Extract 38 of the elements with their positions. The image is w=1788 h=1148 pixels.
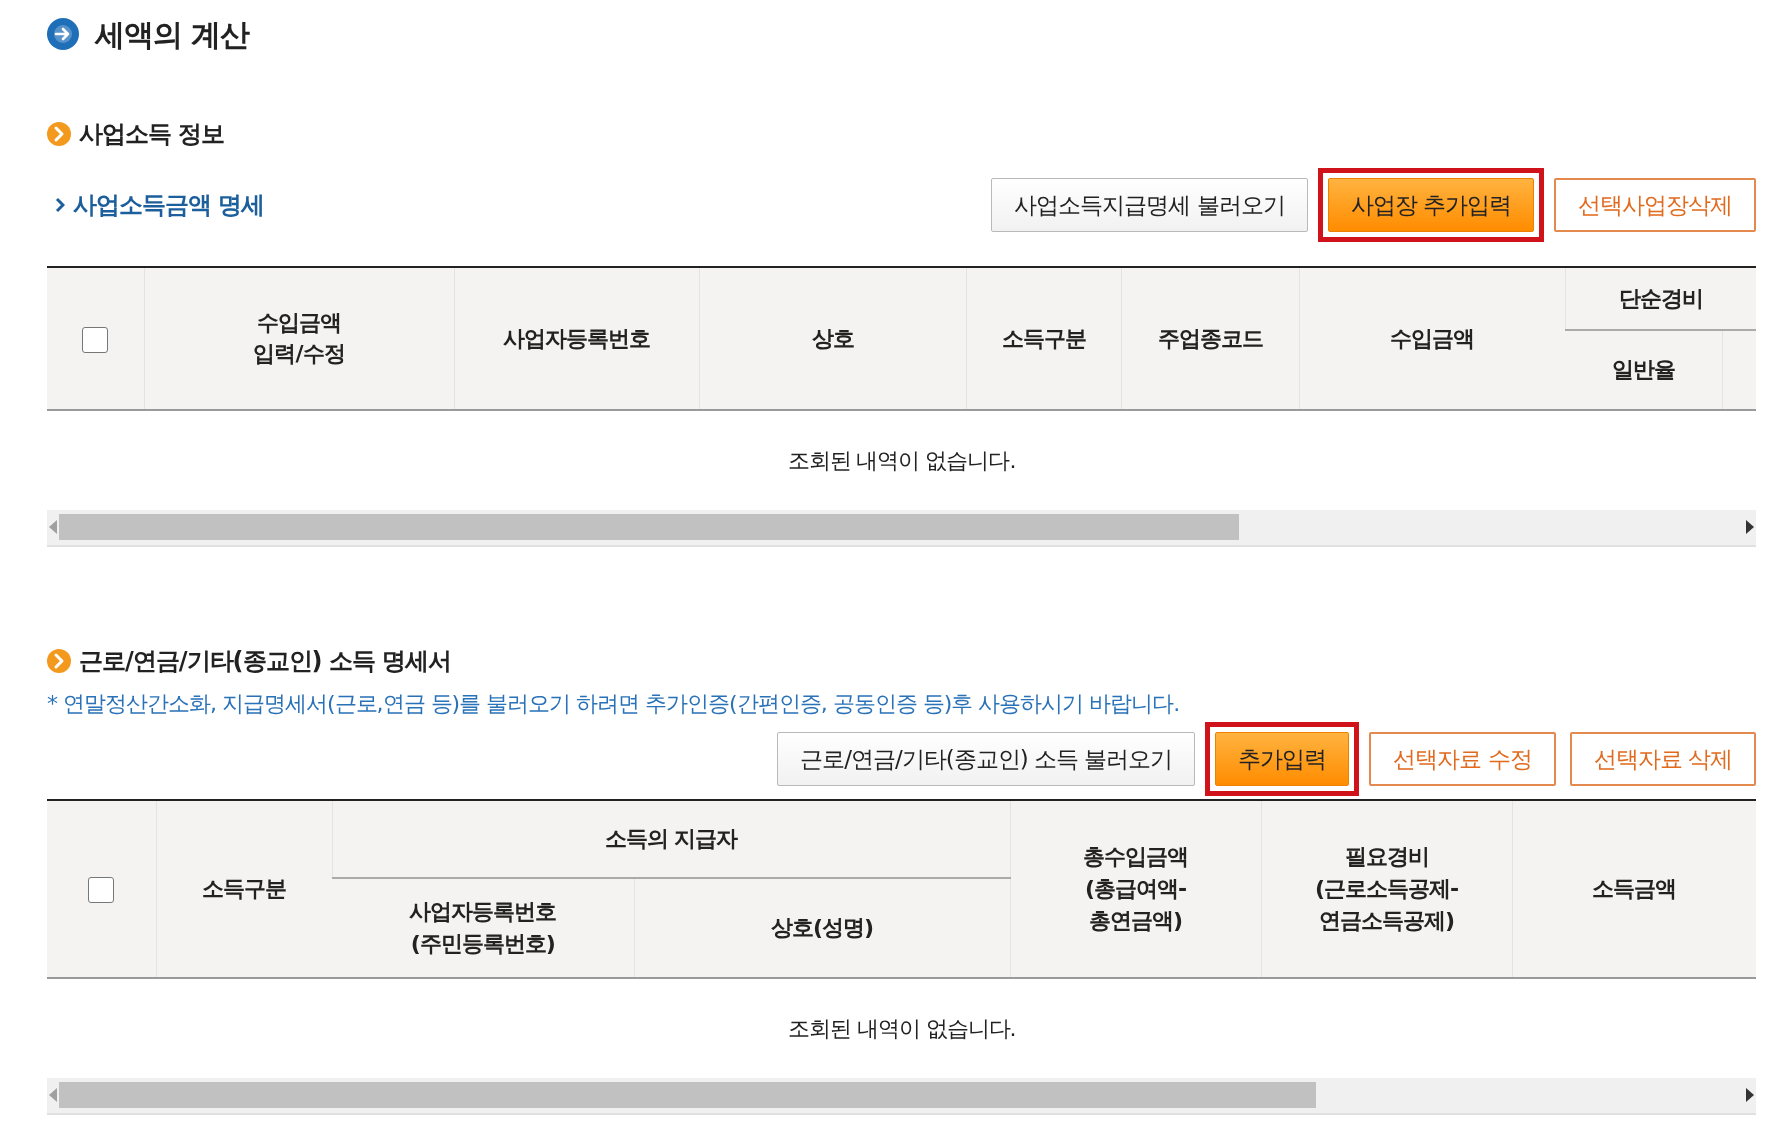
- column-header: 단순경비: [1565, 267, 1756, 330]
- section-title: 사업소득 정보: [79, 119, 225, 150]
- column-header: 수입금액: [1299, 267, 1565, 410]
- horizontal-scrollbar[interactable]: [47, 510, 1756, 547]
- arrow-circle-icon: [47, 18, 79, 50]
- column-header: 소득금액: [1512, 800, 1756, 978]
- left-arrow-icon: [47, 1087, 59, 1104]
- page-title: 세액의 계산: [95, 15, 250, 54]
- chevron-circle-icon: [47, 649, 71, 673]
- empty-message: 조회된 내역이 없습니다.: [787, 448, 1016, 473]
- column-header: 필요경비 (근로소득공제- 연금소득공제): [1261, 800, 1512, 978]
- column-header: 수입금액 입력/수정: [144, 267, 454, 410]
- section-subtitle: 사업소득금액 명세: [73, 190, 265, 221]
- action-button[interactable]: 근로/연금/기타(종교인) 소득 불러오기: [777, 732, 1196, 786]
- column-header: 소득구분: [156, 800, 332, 978]
- empty-message: 조회된 내역이 없습니다.: [787, 1015, 1016, 1041]
- column-header: 총수입금액 (총급여액- 총연금액): [1010, 800, 1261, 978]
- section-title: 근로/연금/기타(종교인) 소득 명세서: [79, 646, 452, 677]
- action-button[interactable]: 사업소득지급명세 불러오기: [991, 178, 1308, 232]
- select-all-checkbox[interactable]: [88, 877, 115, 904]
- column-header: 사업자등록번호 (주민등록번호): [332, 878, 634, 978]
- column-header: 일반율: [1565, 329, 1722, 410]
- right-arrow-icon: [1744, 519, 1756, 536]
- action-button[interactable]: 사업장 추가입력: [1327, 178, 1534, 232]
- right-arrow-icon: [1744, 1087, 1756, 1104]
- left-arrow-icon: [47, 519, 59, 536]
- action-button[interactable]: 추가입력: [1215, 732, 1350, 786]
- column-header: 상호(성명): [634, 878, 1010, 978]
- chevron-icon: [55, 197, 65, 213]
- chevron-circle-icon: [47, 122, 71, 146]
- column-header: 상호: [699, 267, 966, 410]
- column-header: 사업자등록번호: [454, 267, 699, 410]
- column-header: 주업종코드: [1121, 267, 1299, 410]
- column-header: 소득의 지급자: [332, 800, 1010, 879]
- column-header: 소득구분: [966, 267, 1121, 410]
- notice-text: * 연말정산간소화, 지급명세서(근로,연금 등)를 불러오기 하려면 추가인증(간편인증, 공동인증 등)후 사용하시기 바랍니다.: [47, 690, 1181, 718]
- horizontal-scrollbar[interactable]: [47, 1077, 1756, 1115]
- select-all-checkbox[interactable]: [82, 326, 109, 353]
